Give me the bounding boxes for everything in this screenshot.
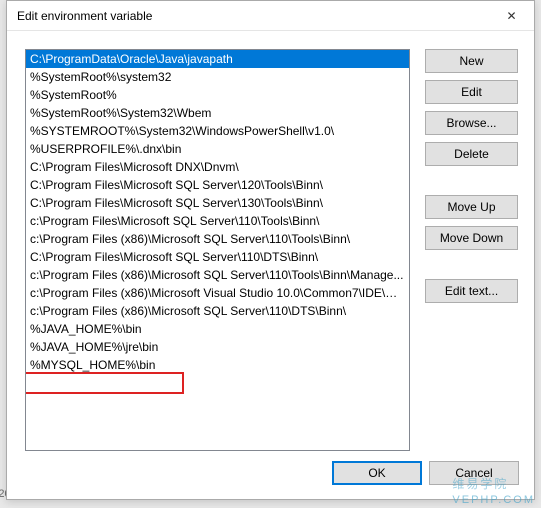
new-button[interactable]: New [425,49,518,73]
list-item[interactable]: c:\Program Files (x86)\Microsoft Visual … [26,284,409,302]
titlebar: Edit environment variable ✕ [7,1,534,31]
footer: OK Cancel [332,461,519,485]
browse-button[interactable]: Browse... [425,111,518,135]
ok-button[interactable]: OK [332,461,422,485]
spacer [425,173,518,195]
list-item[interactable]: c:\Program Files (x86)\Microsoft SQL Ser… [26,302,409,320]
list-item[interactable]: c:\Program Files\Microsoft SQL Server\11… [26,212,409,230]
edit-text-button[interactable]: Edit text... [425,279,518,303]
content-area: C:\ProgramData\Oracle\Java\javapath %Sys… [7,31,534,451]
move-up-button[interactable]: Move Up [425,195,518,219]
list-item[interactable]: %SystemRoot%\system32 [26,68,409,86]
list-item[interactable]: %JAVA_HOME%\bin [26,320,409,338]
list-item[interactable]: C:\Program Files\Microsoft SQL Server\11… [26,248,409,266]
dialog-title: Edit environment variable [17,9,489,23]
close-icon: ✕ [506,9,516,23]
close-button[interactable]: ✕ [489,1,534,31]
list-item[interactable]: C:\Program Files\Microsoft DNX\Dnvm\ [26,158,409,176]
list-item[interactable]: C:\ProgramData\Oracle\Java\javapath [26,50,409,68]
list-item[interactable]: c:\Program Files (x86)\Microsoft SQL Ser… [26,266,409,284]
list-item[interactable]: %SystemRoot% [26,86,409,104]
list-item[interactable]: %SystemRoot%\System32\Wbem [26,104,409,122]
list-item[interactable]: C:\Program Files\Microsoft SQL Server\12… [26,176,409,194]
list-item[interactable]: c:\Program Files (x86)\Microsoft SQL Ser… [26,230,409,248]
list-item[interactable]: %SYSTEMROOT%\System32\WindowsPowerShell\… [26,122,409,140]
highlight-annotation [25,372,184,394]
move-down-button[interactable]: Move Down [425,226,518,250]
list-item[interactable]: %JAVA_HOME%\jre\bin [26,338,409,356]
dialog: Edit environment variable ✕ C:\ProgramDa… [6,0,535,500]
button-column: New Edit Browse... Delete Move Up Move D… [425,49,518,451]
path-list[interactable]: C:\ProgramData\Oracle\Java\javapath %Sys… [25,49,410,451]
list-item[interactable]: C:\Program Files\Microsoft SQL Server\13… [26,194,409,212]
spacer [425,257,518,279]
delete-button[interactable]: Delete [425,142,518,166]
list-item[interactable]: %USERPROFILE%\.dnx\bin [26,140,409,158]
edit-button[interactable]: Edit [425,80,518,104]
cancel-button[interactable]: Cancel [429,461,519,485]
